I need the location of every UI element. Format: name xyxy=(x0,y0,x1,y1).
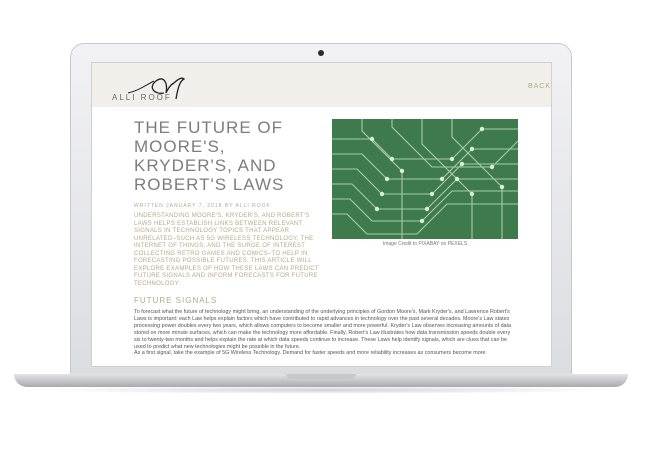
back-link[interactable]: BACK xyxy=(528,83,551,90)
site-header: ALLI ROOF BACK xyxy=(92,63,551,107)
article-lead: UNDERSTANDING MOORE'S, KRYDER'S, AND ROB… xyxy=(134,213,319,287)
body-paragraph: To forecast what the future of technolog… xyxy=(134,309,512,350)
image-caption: Image Credit to PIXABAY on PEXELS xyxy=(382,241,468,247)
section-heading: FUTURE SIGNALS xyxy=(134,296,218,305)
site-logo-text[interactable]: ALLI ROOF xyxy=(112,93,172,102)
article-byline: WRITTEN JANUARY 7, 2018 BY ALLI ROOF xyxy=(134,203,271,209)
laptop-lid: ALLI ROOF BACK THE FUTURE OF MOORE'S, KR… xyxy=(70,43,572,375)
circuit-board-image xyxy=(332,119,518,239)
laptop-base xyxy=(14,374,628,387)
camera-icon xyxy=(318,50,324,56)
browser-viewport: ALLI ROOF BACK THE FUTURE OF MOORE'S, KR… xyxy=(91,62,552,367)
article-title: THE FUTURE OF MOORE'S, KRYDER'S, AND ROB… xyxy=(134,118,285,194)
body-paragraph: As a first signal, take the example of 5… xyxy=(134,350,486,356)
laptop-shadow xyxy=(40,386,610,394)
laptop-notch xyxy=(286,374,356,379)
